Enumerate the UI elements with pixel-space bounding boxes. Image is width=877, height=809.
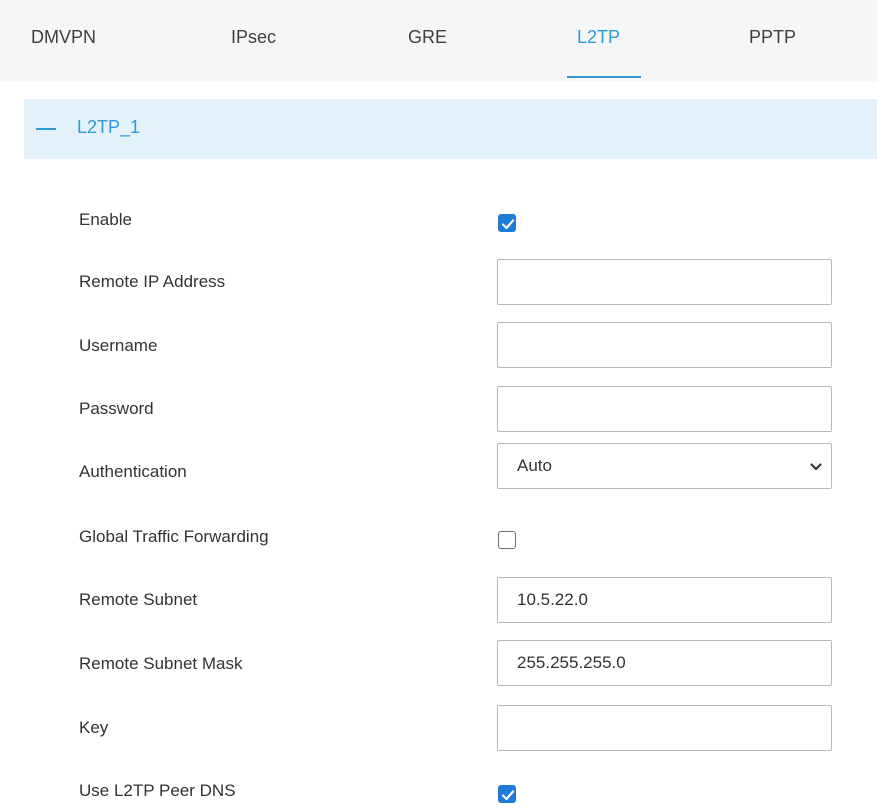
tab-ipsec[interactable]: IPsec [231, 27, 276, 57]
peer-dns-checkbox[interactable] [498, 785, 516, 803]
remote-subnet-input[interactable] [497, 577, 832, 623]
remote-ip-label: Remote IP Address [79, 272, 226, 291]
active-tab-indicator [567, 76, 641, 78]
global-forwarding-checkbox[interactable] [498, 531, 516, 549]
tab-l2tp[interactable]: L2TP [577, 27, 620, 57]
tab-dmvpn[interactable]: DMVPN [31, 27, 96, 57]
authentication-selected-value: Auto [517, 456, 552, 475]
key-label: Key [79, 718, 109, 737]
global-forwarding-label: Global Traffic Forwarding [79, 527, 269, 546]
tab-gre[interactable]: GRE [408, 27, 447, 57]
checkmark-icon [501, 790, 515, 801]
remote-subnet-mask-input[interactable] [497, 640, 832, 686]
remote-ip-input[interactable] [497, 259, 832, 305]
section-title: L2TP_1 [77, 117, 141, 137]
peer-dns-label: Use L2TP Peer DNS [79, 781, 236, 800]
remote-subnet-label: Remote Subnet [79, 590, 198, 609]
enable-checkbox[interactable] [498, 214, 516, 232]
username-input[interactable] [497, 322, 832, 368]
tab-bar: DMVPN IPsec GRE L2TP PPTP [0, 0, 877, 81]
key-input[interactable] [497, 705, 832, 751]
username-label: Username [79, 336, 158, 355]
tab-pptp[interactable]: PPTP [749, 27, 796, 57]
remote-subnet-mask-label: Remote Subnet Mask [79, 654, 243, 673]
password-input[interactable] [497, 386, 832, 432]
authentication-label: Authentication [79, 462, 187, 481]
checkmark-icon [501, 219, 515, 230]
minus-icon [36, 128, 56, 130]
chevron-down-icon [810, 463, 822, 471]
enable-label: Enable [79, 210, 132, 229]
authentication-select[interactable]: Auto [497, 443, 832, 489]
password-label: Password [79, 399, 154, 418]
section-header-l2tp-1[interactable]: L2TP_1 [24, 99, 877, 159]
